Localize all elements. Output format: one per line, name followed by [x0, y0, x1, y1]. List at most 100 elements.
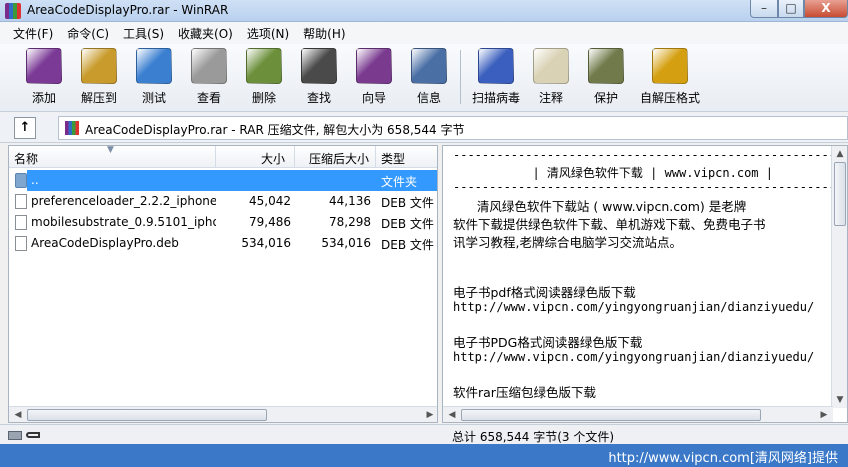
window-title: AreaCodeDisplayPro.rar - WinRAR: [27, 3, 229, 17]
drive-icon[interactable]: [8, 431, 22, 440]
info-label: 信息: [416, 91, 441, 105]
scroll-down-icon[interactable]: ▼: [832, 393, 847, 407]
file-type: DEB 文件: [381, 196, 434, 210]
extract-to-button[interactable]: 解压到: [74, 48, 124, 108]
up-folder-button[interactable]: ↑: [14, 117, 36, 139]
path-text: AreaCodeDisplayPro.rar - RAR 压缩文件, 解包大小为…: [85, 123, 465, 137]
comment-button[interactable]: 注释: [526, 48, 576, 108]
wizard-label: 向导: [361, 91, 386, 105]
comment-line: 清风绿色软件下载站 ( www.vipcn.com) 是老牌: [453, 199, 747, 214]
column-divider[interactable]: [375, 146, 376, 168]
delete-button[interactable]: 删除: [239, 48, 289, 108]
column-divider[interactable]: [215, 146, 216, 168]
file-list-horizontal-scrollbar[interactable]: ◀ ▶: [9, 406, 437, 422]
find-button[interactable]: 查找: [294, 48, 344, 108]
table-row[interactable]: preferenceloader_2.2.2_iphoneos-arm.deb …: [9, 191, 437, 212]
scroll-thumb[interactable]: [27, 409, 267, 421]
delete-recycle-icon: [246, 48, 282, 84]
table-row[interactable]: .. 文件夹: [9, 170, 437, 191]
column-header-size[interactable]: 大小: [261, 150, 285, 167]
wizard-button[interactable]: 向导: [349, 48, 399, 108]
menu-bar: 文件(F) 命令(C) 工具(S) 收藏夹(O) 选项(N) 帮助(H): [0, 22, 848, 44]
file-name: AreaCodeDisplayPro.deb: [31, 236, 179, 250]
extract-folder-icon: [81, 48, 117, 84]
file-type: DEB 文件: [381, 238, 434, 252]
column-divider[interactable]: [294, 146, 295, 168]
virus-scan-button[interactable]: 扫描病毒: [468, 48, 524, 108]
file-name: preferenceloader_2.2.2_iphoneos-arm.deb: [31, 194, 216, 208]
comment-line: http://www.vipcn.com/yingyongruanjian/di…: [453, 350, 815, 364]
virus-scan-label: 扫描病毒: [471, 91, 520, 105]
test-label: 测试: [141, 91, 166, 105]
menu-help[interactable]: 帮助(H): [296, 25, 352, 42]
file-size: 45,042: [249, 194, 291, 208]
minimize-button[interactable]: –: [750, 0, 778, 18]
file-name: ..: [31, 173, 39, 187]
column-header-type[interactable]: 类型: [381, 150, 405, 167]
comment-line: 电子书PDG格式阅读器绿色版下载: [453, 335, 643, 350]
toolbar-separator: [460, 50, 461, 104]
info-icon: [411, 48, 447, 84]
status-icons: [8, 429, 40, 441]
find-label: 查找: [306, 91, 331, 105]
folder-icon: [15, 173, 27, 188]
table-row[interactable]: AreaCodeDisplayPro.deb 534,016 534,016 D…: [9, 233, 437, 254]
status-bar: 总计 658,544 字节(3 个文件): [0, 424, 848, 444]
table-row[interactable]: mobilesubstrate_0.9.5101_iphoneos-arm.de…: [9, 212, 437, 233]
file-name: mobilesubstrate_0.9.5101_iphoneos-arm.de…: [31, 215, 216, 229]
winrar-app-icon: [5, 3, 21, 19]
menu-tools[interactable]: 工具(S): [116, 25, 171, 42]
sfx-button[interactable]: 自解压格式: [637, 48, 703, 108]
column-header-name[interactable]: 名称: [14, 150, 38, 167]
menu-commands[interactable]: 命令(C): [60, 25, 116, 42]
add-books-icon: [26, 48, 62, 84]
add-button[interactable]: 添加: [19, 48, 69, 108]
file-icon: [15, 236, 27, 251]
comment-line: ----------------------------------------…: [453, 148, 848, 162]
comment-pen-icon: [533, 48, 569, 84]
scroll-left-icon[interactable]: ◀: [10, 408, 26, 422]
column-header-packed[interactable]: 压缩后大小: [309, 150, 369, 167]
view-glasses-icon: [191, 48, 227, 84]
comment-line: 讯学习教程,老牌综合电脑学习交流站点。: [453, 235, 682, 250]
protect-label: 保护: [593, 91, 618, 105]
file-icon: [15, 215, 27, 230]
scroll-thumb[interactable]: [834, 162, 846, 226]
key-icon[interactable]: [26, 432, 40, 438]
comment-line: http://www.vipcn.com/yingyongruanjian/di…: [453, 300, 815, 314]
file-list[interactable]: ▼ 名称 大小 压缩后大小 类型 .. 文件夹 preferenceloader…: [8, 145, 438, 423]
close-button[interactable]: X: [804, 0, 848, 18]
view-label: 查看: [196, 91, 221, 105]
comment-label: 注释: [538, 91, 563, 105]
maximize-button[interactable]: □: [778, 0, 804, 18]
file-packed-size: 44,136: [329, 194, 371, 208]
scroll-right-icon[interactable]: ▶: [816, 408, 832, 422]
archive-comment-panel[interactable]: ----------------------------------------…: [442, 145, 848, 423]
list-header: ▼ 名称 大小 压缩后大小 类型: [9, 146, 437, 168]
menu-file[interactable]: 文件(F): [6, 25, 60, 42]
comment-line: ----------------------------------------…: [453, 180, 848, 194]
scroll-thumb[interactable]: [461, 409, 761, 421]
view-button[interactable]: 查看: [184, 48, 234, 108]
virus-scan-icon: [478, 48, 514, 84]
menu-options[interactable]: 选项(N): [240, 25, 296, 42]
scroll-left-icon[interactable]: ◀: [444, 408, 460, 422]
title-bar: AreaCodeDisplayPro.rar - WinRAR – □ X: [0, 0, 848, 22]
protect-button[interactable]: 保护: [581, 48, 631, 108]
delete-label: 删除: [251, 91, 276, 105]
test-check-icon: [136, 48, 172, 84]
comment-vertical-scrollbar[interactable]: ▲ ▼: [831, 146, 847, 408]
info-button[interactable]: 信息: [404, 48, 454, 108]
test-button[interactable]: 测试: [129, 48, 179, 108]
comment-horizontal-scrollbar[interactable]: ◀ ▶: [443, 406, 833, 422]
scroll-right-icon[interactable]: ▶: [422, 408, 437, 422]
rar-archive-icon: [65, 121, 79, 135]
watermark-strip: http://www.vipcn.com[清风网络]提供: [0, 444, 848, 467]
comment-line: 软件rar压缩包绿色版下载: [453, 385, 596, 400]
file-size: 79,486: [249, 215, 291, 229]
path-field[interactable]: AreaCodeDisplayPro.rar - RAR 压缩文件, 解包大小为…: [58, 116, 848, 140]
scroll-up-icon[interactable]: ▲: [832, 147, 847, 161]
menu-favorites[interactable]: 收藏夹(O): [171, 25, 240, 42]
wizard-icon: [356, 48, 392, 84]
sfx-books-icon: [652, 48, 688, 84]
